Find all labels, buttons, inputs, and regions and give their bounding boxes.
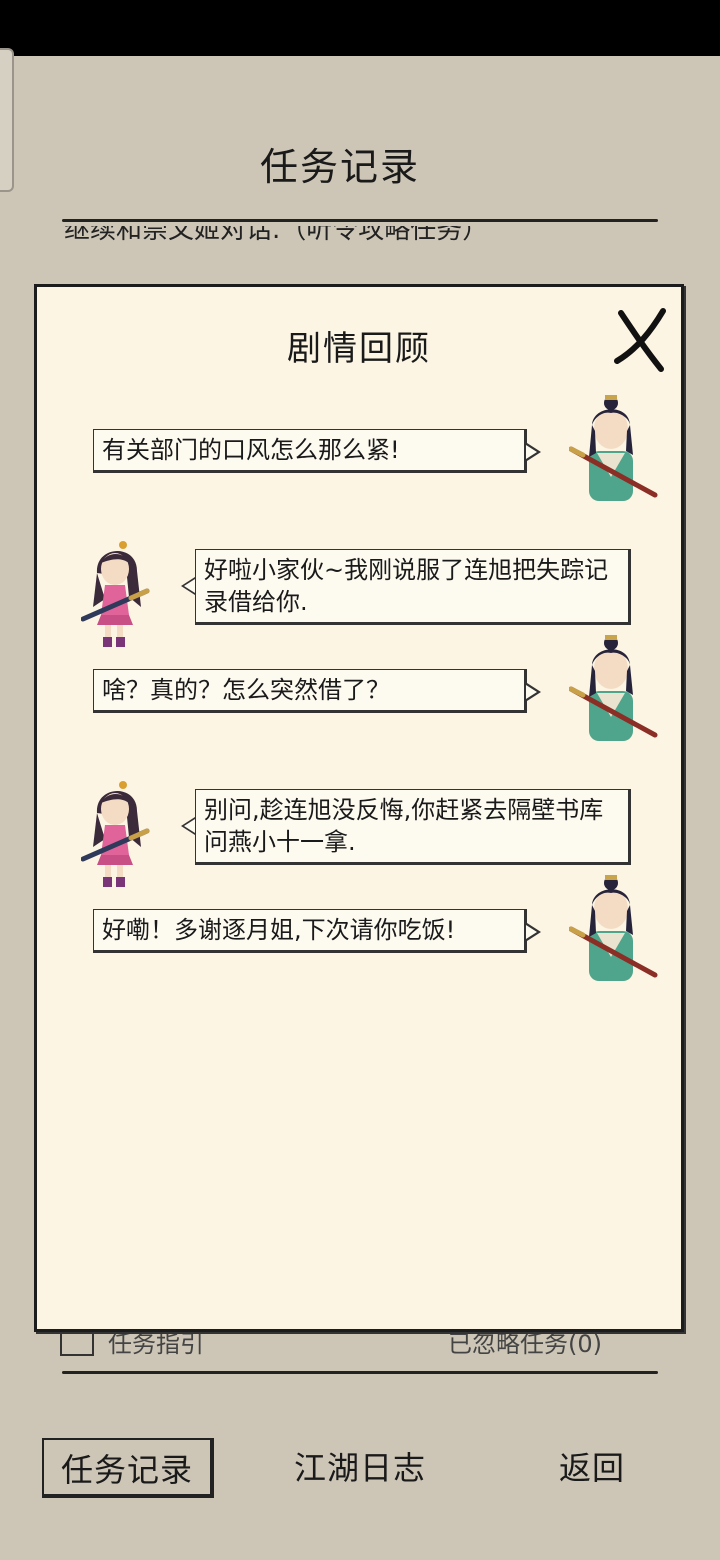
- swordswoman-avatar-icon: [81, 541, 150, 647]
- bubble-tail: [526, 683, 541, 701]
- speech-bubble: 有关部门的口风怎么那么紧!: [93, 429, 527, 473]
- speech-bubble: 好嘞！多谢逐月姐,下次请你吃饭!: [93, 909, 527, 953]
- divider: [62, 1371, 658, 1374]
- divider: [62, 219, 658, 222]
- swordsman-avatar-icon: [569, 875, 658, 981]
- swordsman-avatar-icon: [569, 635, 658, 741]
- bubble-tail: [181, 817, 195, 835]
- status-bar: [0, 0, 720, 56]
- swordswoman-avatar-icon: [81, 781, 150, 887]
- tab-jianghu-log[interactable]: 江湖日志: [280, 1438, 440, 1498]
- task-guide-label: 任务指引: [108, 1330, 204, 1358]
- speech-bubble: 别问,趁连旭没反悔,你赶紧去隔壁书库问燕小十一拿.: [195, 789, 631, 865]
- chat-message: 有关部门的口风怎么那么紧!: [37, 395, 681, 549]
- chat-message: 啥？真的？怎么突然借了？: [37, 635, 681, 789]
- page-title: 任务记录: [259, 145, 420, 189]
- close-icon[interactable]: [611, 305, 671, 375]
- bubble-tail: [181, 577, 195, 595]
- task-guide-checkbox[interactable]: [60, 1330, 94, 1356]
- bubble-tail: [526, 923, 541, 941]
- speech-bubble: 啥？真的？怎么突然借了？: [93, 669, 527, 713]
- task-options-row: 任务指引 已忽略任务(0): [0, 1330, 720, 1360]
- tab-task-record[interactable]: 任务记录: [42, 1438, 214, 1498]
- chat-message: 好嘞！多谢逐月姐,下次请你吃饭!: [37, 875, 681, 1029]
- ignored-tasks-label[interactable]: 已忽略任务(0): [448, 1330, 602, 1359]
- bubble-tail: [526, 443, 541, 461]
- speech-bubble: 好啦小家伙~我刚说服了连旭把失踪记录借给你.: [195, 549, 631, 625]
- back-button[interactable]: 返回: [540, 1438, 644, 1498]
- story-review-dialog: 剧情回顾 有关部门的口风怎么那么紧! 好啦小家伙~我刚说服了连旭把失踪记录借给你…: [34, 284, 684, 1332]
- swordsman-avatar-icon: [569, 395, 658, 501]
- dialog-title: 剧情回顾: [287, 329, 431, 369]
- task-description: 继续和崇文姬对话.（听令攻略任务）: [64, 226, 489, 245]
